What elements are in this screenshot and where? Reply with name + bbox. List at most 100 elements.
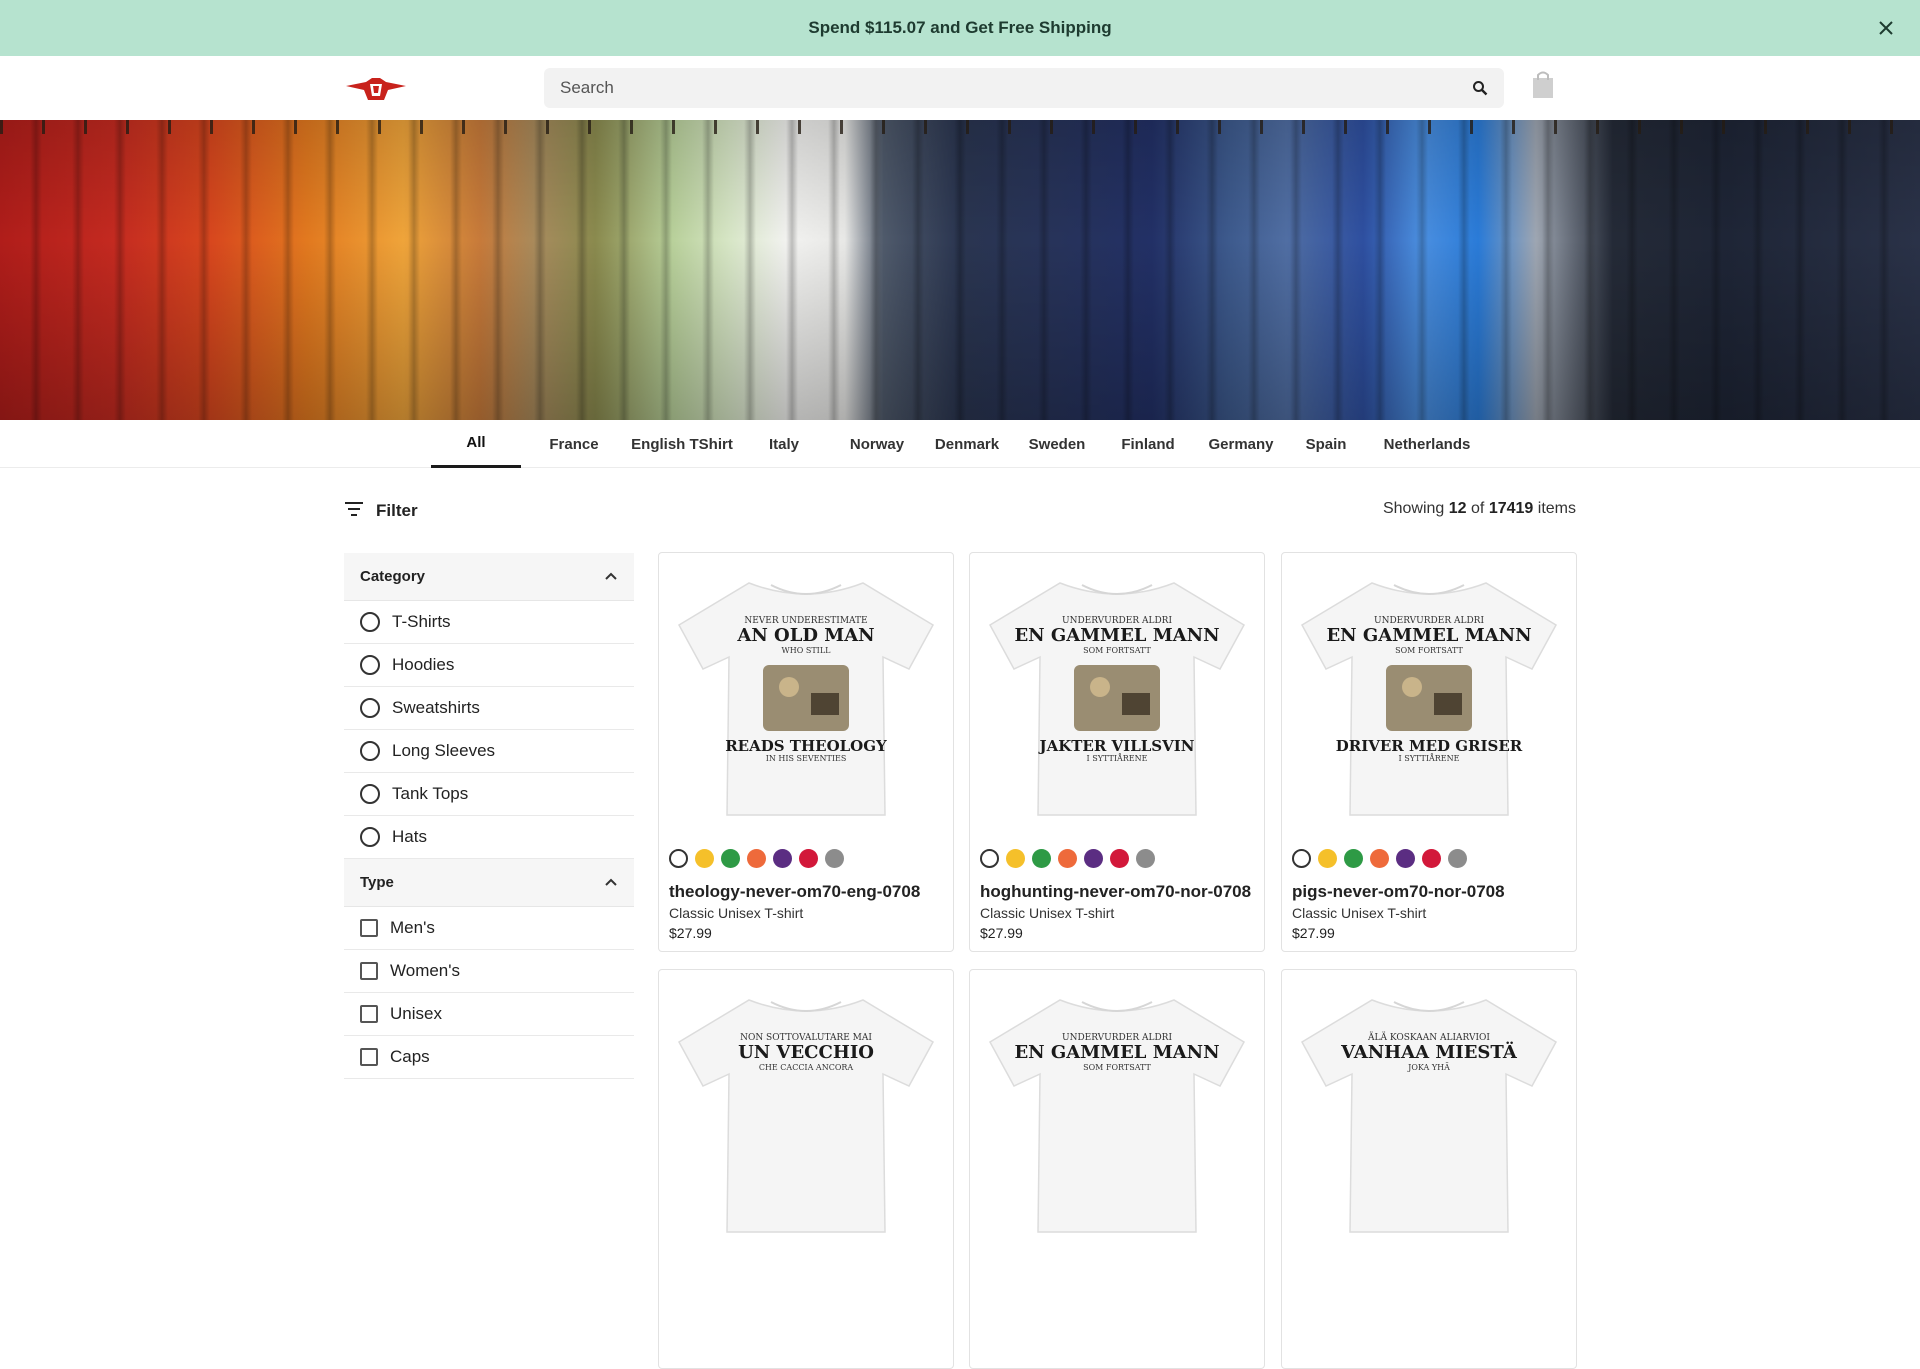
type-option-unisex[interactable]: Unisex xyxy=(344,993,634,1036)
radio-button[interactable] xyxy=(360,698,380,718)
tab-denmark[interactable]: Denmark xyxy=(927,420,1007,468)
type-option-caps[interactable]: Caps xyxy=(344,1036,634,1079)
tab-finland[interactable]: Finland xyxy=(1110,420,1186,468)
chevron-up-icon xyxy=(604,568,618,586)
checkbox[interactable] xyxy=(360,962,378,980)
filter-lines-icon xyxy=(344,501,364,522)
tab-english-tshirt[interactable]: English TShirt xyxy=(622,420,742,468)
type-title: Type xyxy=(360,874,394,891)
radio-button[interactable] xyxy=(360,612,380,632)
announcement-bar: Spend $115.07 and Get Free Shipping xyxy=(0,0,1920,56)
shirt-print-text: CHE CACCIA ANCORA xyxy=(759,1063,854,1072)
product-price: $27.99 xyxy=(980,925,1023,941)
product-card[interactable]: NEVER UNDERESTIMATE AN OLD MAN WHO STILL… xyxy=(658,552,954,952)
category-option-hoodies[interactable]: Hoodies xyxy=(344,644,634,687)
category-section-header[interactable]: Category xyxy=(344,553,634,601)
product-card[interactable]: ÄLÄ KOSKAAN ALIARVIOI VANHAA MIESTÄ JOKA… xyxy=(1281,969,1577,1369)
product-card[interactable]: UNDERVURDER ALDRI EN GAMMEL MANN SOM FOR… xyxy=(969,969,1265,1369)
tab-germany[interactable]: Germany xyxy=(1198,420,1284,468)
color-swatch[interactable] xyxy=(1370,849,1389,868)
tab-france[interactable]: France xyxy=(529,420,619,468)
tab-norway[interactable]: Norway xyxy=(837,420,917,468)
color-swatch[interactable] xyxy=(1032,849,1051,868)
color-swatch[interactable] xyxy=(747,849,766,868)
option-label: Sweatshirts xyxy=(392,698,480,717)
search-icon[interactable] xyxy=(1456,68,1504,108)
product-image[interactable]: UNDERVURDER ALDRI EN GAMMEL MANN SOM FOR… xyxy=(982,565,1252,821)
shirt-print-text: IN HIS SEVENTIES xyxy=(766,754,847,763)
type-option-mens[interactable]: Men's xyxy=(344,907,634,950)
color-swatch[interactable] xyxy=(695,849,714,868)
color-swatch[interactable] xyxy=(1422,849,1441,868)
type-section-header[interactable]: Type xyxy=(344,859,634,907)
color-swatch[interactable] xyxy=(721,849,740,868)
tab-sweden[interactable]: Sweden xyxy=(1017,420,1097,468)
product-image[interactable]: ÄLÄ KOSKAAN ALIARVIOI VANHAA MIESTÄ JOKA… xyxy=(1294,982,1564,1238)
color-swatch[interactable] xyxy=(1292,849,1311,868)
tab-netherlands[interactable]: Netherlands xyxy=(1377,420,1477,468)
product-card[interactable]: NON SOTTOVALUTARE MAI UN VECCHIO CHE CAC… xyxy=(658,969,954,1369)
tab-all[interactable]: All xyxy=(431,420,521,468)
filter-button[interactable]: Filter xyxy=(344,496,418,526)
color-swatch[interactable] xyxy=(1058,849,1077,868)
product-image[interactable]: NEVER UNDERESTIMATE AN OLD MAN WHO STILL… xyxy=(671,565,941,821)
color-swatch[interactable] xyxy=(825,849,844,868)
color-swatch[interactable] xyxy=(1344,849,1363,868)
shirt-print-text: I SYTTIÅRENE xyxy=(1399,754,1460,763)
option-label: Hoodies xyxy=(392,655,455,674)
color-swatch[interactable] xyxy=(1006,849,1025,868)
category-option-tshirts[interactable]: T-Shirts xyxy=(344,601,634,644)
tab-spain[interactable]: Spain xyxy=(1291,420,1361,468)
shirt-print-text: EN GAMMEL MANN xyxy=(1326,625,1531,646)
color-swatches xyxy=(1292,849,1467,868)
category-option-sweatshirts[interactable]: Sweatshirts xyxy=(344,687,634,730)
color-swatch[interactable] xyxy=(1136,849,1155,868)
color-swatch[interactable] xyxy=(799,849,818,868)
product-card[interactable]: UNDERVURDER ALDRI EN GAMMEL MANN SOM FOR… xyxy=(969,552,1265,952)
product-type: Classic Unisex T-shirt xyxy=(980,905,1115,921)
product-price: $27.99 xyxy=(669,925,712,941)
color-swatch[interactable] xyxy=(1084,849,1103,868)
radio-button[interactable] xyxy=(360,741,380,761)
chevron-up-icon xyxy=(604,874,618,892)
category-option-hats[interactable]: Hats xyxy=(344,816,634,859)
shirt-print-text: EN GAMMEL MANN xyxy=(1014,625,1219,646)
close-icon[interactable] xyxy=(1874,16,1898,40)
color-swatch[interactable] xyxy=(980,849,999,868)
category-option-tank-tops[interactable]: Tank Tops xyxy=(344,773,634,816)
color-swatch[interactable] xyxy=(1448,849,1467,868)
product-name[interactable]: theology-never-om70-eng-0708 xyxy=(669,882,920,902)
color-swatch[interactable] xyxy=(1318,849,1337,868)
checkbox[interactable] xyxy=(360,1048,378,1066)
results-of: of xyxy=(1471,500,1485,517)
option-label: Caps xyxy=(390,1047,430,1066)
product-image[interactable]: NON SOTTOVALUTARE MAI UN VECCHIO CHE CAC… xyxy=(671,982,941,1238)
results-total: 17419 xyxy=(1488,500,1534,517)
option-label: Men's xyxy=(390,918,435,937)
logo[interactable] xyxy=(344,72,408,106)
shopping-bag-icon[interactable] xyxy=(1530,70,1558,102)
shirt-print-text: I SYTTIÅRENE xyxy=(1087,754,1148,763)
color-swatch[interactable] xyxy=(1396,849,1415,868)
search-input[interactable] xyxy=(560,78,1456,98)
product-name[interactable]: pigs-never-om70-nor-0708 xyxy=(1292,882,1505,902)
category-option-long-sleeves[interactable]: Long Sleeves xyxy=(344,730,634,773)
shirt-print-text: SOM FORTSATT xyxy=(1083,1063,1151,1072)
option-label: Women's xyxy=(390,961,461,980)
tab-italy[interactable]: Italy xyxy=(749,420,819,468)
product-name[interactable]: hoghunting-never-om70-nor-0708 xyxy=(980,882,1251,902)
radio-button[interactable] xyxy=(360,655,380,675)
color-swatch[interactable] xyxy=(669,849,688,868)
product-image[interactable]: UNDERVURDER ALDRI EN GAMMEL MANN SOM FOR… xyxy=(982,982,1252,1238)
color-swatch[interactable] xyxy=(1110,849,1129,868)
product-image[interactable]: UNDERVURDER ALDRI EN GAMMEL MANN SOM FOR… xyxy=(1294,565,1564,821)
type-option-womens[interactable]: Women's xyxy=(344,950,634,993)
product-card[interactable]: UNDERVURDER ALDRI EN GAMMEL MANN SOM FOR… xyxy=(1281,552,1577,952)
radio-button[interactable] xyxy=(360,827,380,847)
radio-button[interactable] xyxy=(360,784,380,804)
color-swatch[interactable] xyxy=(773,849,792,868)
filter-sidebar: Category T-Shirts Hoodies Sweatshirts Lo… xyxy=(344,553,634,1079)
filter-row: Filter Showing 12 of 17419 items xyxy=(344,496,1576,526)
checkbox[interactable] xyxy=(360,919,378,937)
checkbox[interactable] xyxy=(360,1005,378,1023)
